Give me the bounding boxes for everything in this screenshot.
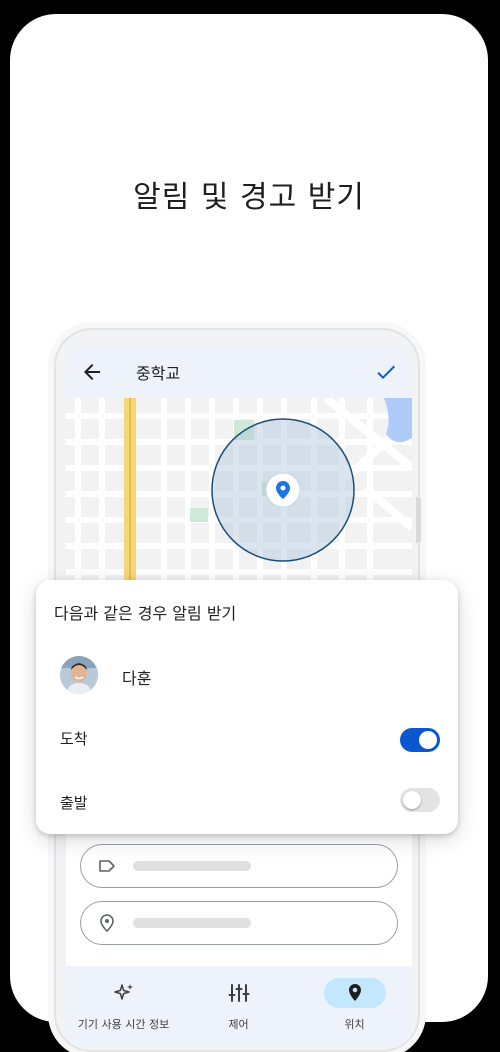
sparkle-icon [113,984,133,1000]
nav-item-controls[interactable]: 제어 [181,966,296,1046]
departure-toggle[interactable] [400,788,440,812]
nav-item-location[interactable]: 위치 [297,966,412,1046]
label-icon [99,860,115,872]
avatar [60,656,98,694]
arrival-toggle[interactable] [400,728,440,752]
arrival-label: 도착 [60,730,88,748]
person-name: 다훈 [122,669,152,688]
location-pin-icon [276,481,290,499]
page-title: 중학교 [136,364,181,383]
notification-sheet: 다음과 같은 경우 알림 받기 다훈 도착 출발 [36,580,458,834]
arrow-back-icon[interactable] [80,360,104,384]
phone-side-button [416,497,421,543]
bottom-navigation: 기기 사용 시간 정보 제어 위치 [66,966,412,1046]
placeholder-bar [133,918,251,928]
departure-label: 출발 [60,794,88,812]
address-field[interactable] [80,901,398,945]
nav-label: 위치 [344,1018,365,1031]
nav-label: 제어 [228,1018,249,1031]
app-bar: 중학교 [66,346,412,398]
nav-label: 기기 사용 시간 정보 [77,1018,170,1031]
location-pin-icon [348,984,361,1001]
map-view[interactable] [66,398,412,598]
headline: 알림 및 경고 받기 [133,180,365,215]
check-icon[interactable] [374,360,398,384]
location-outline-icon [100,914,114,933]
placeholder-bar [133,861,251,871]
label-field[interactable] [80,844,398,888]
sheet-title: 다음과 같은 경우 알림 받기 [54,604,237,623]
nav-item-screen-time[interactable]: 기기 사용 시간 정보 [66,966,181,1046]
tune-icon [228,984,249,1002]
